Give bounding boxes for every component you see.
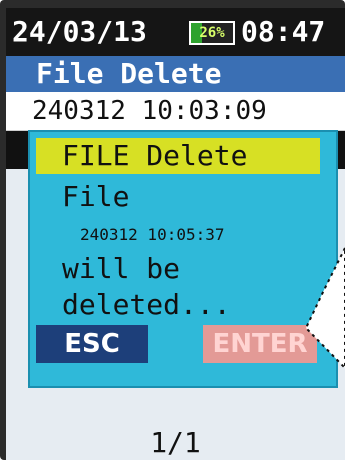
- page-title: File Delete: [36, 57, 222, 90]
- status-date: 24/03/13: [12, 15, 147, 48]
- dialog-file-label: File: [62, 180, 130, 213]
- device-screen: 24/03/13 26% 08:47 File Delete 240312 10…: [6, 8, 345, 460]
- battery-icon: 26%: [189, 21, 235, 45]
- dialog-message-line1: will be: [62, 252, 181, 285]
- file-list-row-label: 240312 10:03:09: [32, 96, 267, 126]
- esc-button[interactable]: ESC: [36, 325, 148, 363]
- delete-confirm-dialog: FILE Delete File 240312 10:05:37 will be…: [28, 130, 338, 388]
- dialog-file-timestamp: 240312 10:05:37: [80, 225, 225, 244]
- dialog-message-line2: deleted...: [62, 288, 231, 321]
- battery-percent: 26%: [199, 25, 225, 41]
- title-bar: File Delete: [6, 56, 345, 92]
- file-list-row[interactable]: 240312 10:03:09: [6, 92, 345, 131]
- page-indicator: 1/1: [150, 426, 201, 459]
- dialog-title: FILE Delete: [62, 139, 248, 172]
- status-time: 08:47: [241, 15, 326, 48]
- status-bar: 24/03/13 26% 08:47: [6, 8, 345, 56]
- dialog-header: FILE Delete: [36, 138, 320, 174]
- enter-button[interactable]: ENTER: [203, 325, 317, 363]
